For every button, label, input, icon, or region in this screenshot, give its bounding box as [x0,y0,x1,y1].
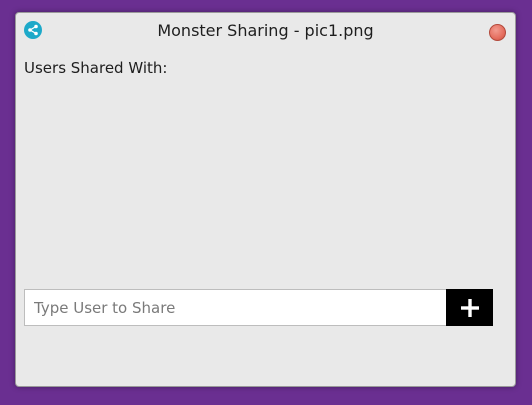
share-user-row [24,289,493,326]
sharing-dialog: Monster Sharing - pic1.png Users Shared … [15,12,516,387]
share-user-input[interactable] [24,289,446,326]
users-shared-with-label: Users Shared With: [24,59,168,77]
title-bar[interactable]: Monster Sharing - pic1.png [16,13,515,49]
window-title: Monster Sharing - pic1.png [157,21,374,40]
close-icon[interactable] [489,24,506,41]
add-user-button[interactable] [446,289,493,326]
shared-users-list [24,83,494,283]
plus-icon [460,298,479,317]
